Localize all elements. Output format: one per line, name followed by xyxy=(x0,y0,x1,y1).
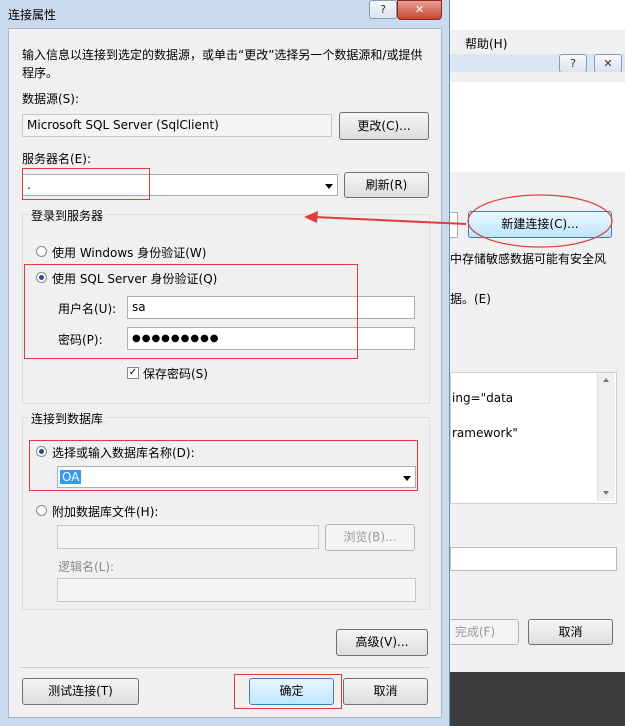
annotation-overlay xyxy=(304,194,613,248)
annotation-ellipse xyxy=(467,194,613,248)
annotation-arrowhead xyxy=(304,211,318,223)
annotation-arrow-line xyxy=(313,216,467,225)
